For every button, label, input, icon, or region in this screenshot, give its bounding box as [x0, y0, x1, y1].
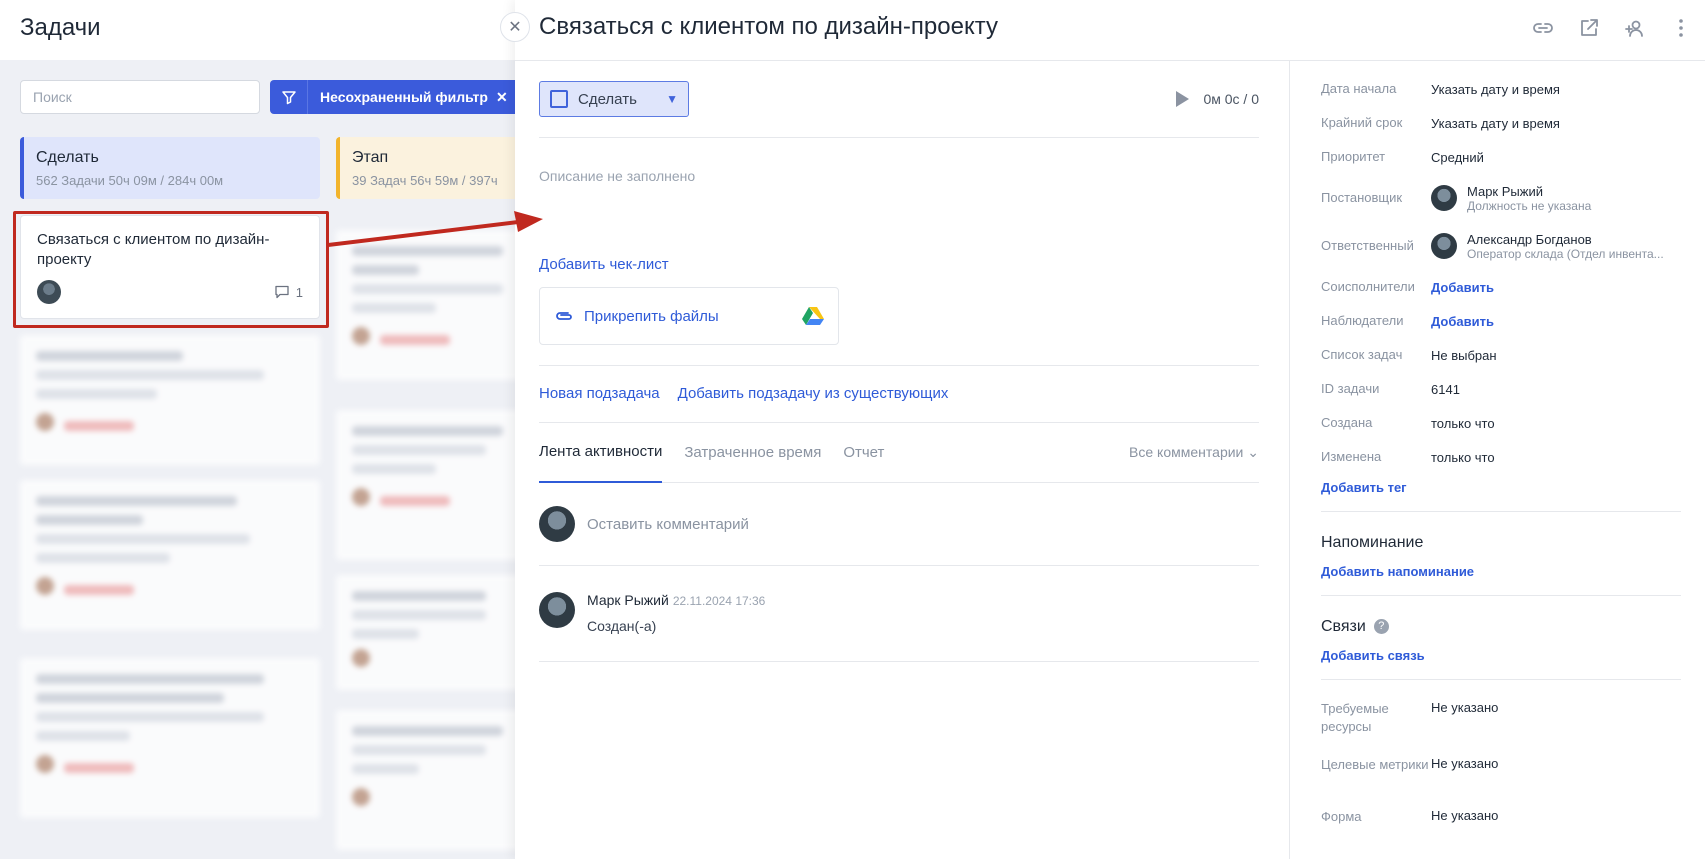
copy-link-icon[interactable]	[1531, 16, 1555, 40]
task-panel: Связаться с клиентом по дизайн-проекту С…	[515, 0, 1705, 859]
author-person[interactable]: Марк Рыжий Должность не указана	[1431, 184, 1591, 213]
links-title: Связи?	[1321, 618, 1681, 636]
deadline-value[interactable]: Указать дату и время	[1431, 116, 1560, 131]
resources-value[interactable]: Не указано	[1431, 700, 1498, 715]
checkbox-icon	[550, 90, 568, 108]
add-watcher-link[interactable]: Добавить	[1431, 314, 1494, 329]
paperclip-icon	[556, 312, 572, 320]
activity-item: Марк Рыжий 22.11.2024 17:36 Создан(-а)	[539, 566, 1259, 662]
board-title: Задачи	[0, 0, 515, 60]
add-existing-subtask-link[interactable]: Добавить подзадачу из существующих	[678, 385, 949, 402]
activity-tabs: Лента активности Затраченное время Отчет…	[539, 423, 1259, 483]
changed-value: только что	[1431, 449, 1495, 465]
add-tag-link[interactable]: Добавить тег	[1321, 480, 1681, 495]
column-stats: 39 Задач 56ч 59м / 397ч	[352, 173, 498, 188]
task-id-value: 6141	[1431, 381, 1460, 397]
task-properties: Дата начала Указать дату и время Крайний …	[1321, 72, 1681, 840]
play-icon[interactable]	[1176, 91, 1190, 107]
blurred-card	[20, 335, 320, 465]
tab-time-spent[interactable]: Затраченное время	[684, 423, 821, 483]
column-todo: Сделать 562 Задачи 50ч 09м / 284ч 00м	[20, 137, 320, 199]
search-input[interactable]: Поиск	[20, 80, 260, 114]
blurred-card	[336, 710, 515, 850]
clear-filter-icon[interactable]: ✕	[496, 89, 508, 106]
created-value: только что	[1431, 415, 1495, 431]
app-root: Задачи Поиск Несохраненный фильтр ✕ Сдела…	[0, 0, 1705, 859]
annotation-arrow	[328, 211, 543, 247]
task-title: Связаться с клиентом по дизайн-проекту	[539, 13, 998, 40]
attach-files-button[interactable]: Прикрепить файлы	[539, 287, 839, 345]
start-date-value[interactable]: Указать дату и время	[1431, 82, 1560, 97]
timer-value: 0м 0с / 0	[1203, 91, 1259, 107]
assignee-person[interactable]: Александр Богданов Оператор склада (Отдел…	[1431, 232, 1664, 261]
new-subtask-link[interactable]: Новая подзадача	[539, 385, 660, 402]
task-main: Сделать ▼ 0м 0с / 0 Описание не заполнен…	[539, 61, 1259, 662]
comment-input[interactable]: Оставить комментарий	[539, 483, 1259, 566]
blurred-card	[336, 410, 515, 560]
highlight-box	[13, 211, 329, 328]
column-title: Сделать	[36, 149, 99, 166]
google-drive-icon	[802, 307, 824, 325]
chevron-down-icon: ⌄	[1247, 444, 1259, 460]
filter-label: Несохраненный фильтр	[320, 89, 488, 105]
blurred-card	[20, 658, 320, 818]
board-filters: Поиск Несохраненный фильтр ✕	[20, 80, 515, 114]
help-icon[interactable]: ?	[1373, 619, 1389, 635]
reminder-title: Напоминание	[1321, 534, 1424, 551]
add-coexecutor-link[interactable]: Добавить	[1431, 280, 1494, 295]
task-list-value[interactable]: Не выбран	[1431, 348, 1497, 363]
blurred-card	[20, 480, 320, 630]
activity-date: 22.11.2024 17:36	[672, 594, 766, 608]
column-stats: 562 Задачи 50ч 09м / 284ч 00м	[36, 173, 224, 188]
avatar	[1431, 233, 1457, 259]
form-value[interactable]: Не указано	[1431, 808, 1498, 823]
column-title: Этап	[352, 149, 389, 166]
description-field[interactable]: Описание не заполнено	[539, 168, 1259, 228]
add-checklist-link[interactable]: Добавить чек-лист	[539, 256, 1259, 273]
more-icon[interactable]	[1669, 16, 1693, 40]
panel-toolbar	[1531, 16, 1693, 40]
all-comments-dropdown[interactable]: Все комментарии ⌄	[1129, 444, 1259, 461]
filter-button[interactable]: Несохраненный фильтр ✕	[270, 80, 515, 114]
tab-report[interactable]: Отчет	[843, 423, 884, 483]
avatar	[539, 506, 575, 542]
chevron-down-icon: ▼	[666, 92, 678, 106]
tab-activity[interactable]: Лента активности	[539, 423, 663, 483]
filter-icon	[270, 80, 308, 114]
add-assignee-icon[interactable]	[1623, 16, 1647, 40]
close-icon: ✕	[508, 19, 522, 36]
activity-text: Создан(-а)	[587, 618, 657, 634]
add-reminder-link[interactable]: Добавить напоминание	[1321, 564, 1681, 579]
blurred-card	[336, 575, 515, 690]
add-link-link[interactable]: Добавить связь	[1321, 648, 1681, 663]
column-stage: Этап 39 Задач 56ч 59м / 397ч	[336, 137, 515, 199]
avatar	[539, 592, 575, 628]
time-tracker: 0м 0с / 0	[1176, 91, 1259, 107]
avatar	[1431, 185, 1457, 211]
metrics-value[interactable]: Не указано	[1431, 756, 1498, 771]
priority-value[interactable]: Средний	[1431, 150, 1484, 165]
activity-author[interactable]: Марк Рыжий	[587, 592, 669, 608]
task-board: Задачи Поиск Несохраненный фильтр ✕ Сдела…	[0, 0, 515, 859]
close-button[interactable]: ✕	[500, 12, 530, 42]
open-external-icon[interactable]	[1577, 16, 1601, 40]
status-dropdown[interactable]: Сделать ▼	[539, 81, 689, 117]
